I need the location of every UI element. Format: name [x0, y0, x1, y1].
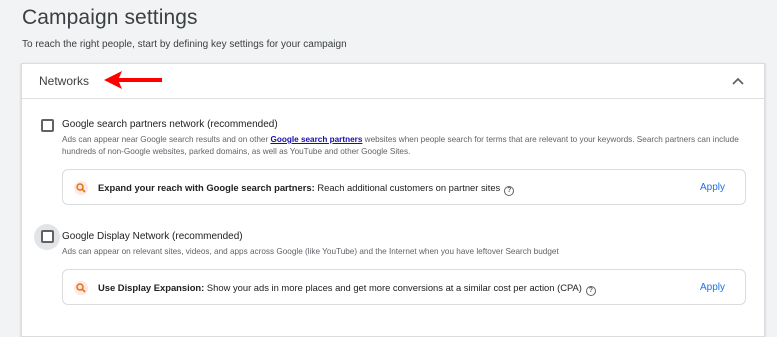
search-partners-label: Google search partners network (recommen…	[62, 119, 278, 130]
search-partners-link[interactable]: Google search partners	[270, 135, 362, 144]
display-network-description: Ads can appear on relevant sites, videos…	[62, 247, 559, 256]
networks-card: Networks Google search partners network …	[21, 63, 765, 337]
display-network-label: Google Display Network (recommended)	[62, 231, 243, 242]
display-network-checkbox[interactable]	[41, 230, 54, 243]
chevron-up-icon[interactable]	[730, 73, 746, 89]
search-partners-checkbox[interactable]	[41, 119, 54, 132]
apply-search-partners-button[interactable]: Apply	[700, 182, 725, 193]
suggestion-text: Expand your reach with Google search par…	[98, 182, 515, 196]
search-partners-suggestion: Expand your reach with Google search par…	[62, 169, 746, 205]
networks-header[interactable]: Networks	[22, 64, 764, 99]
display-expansion-suggestion: Use Display Expansion: Show your ads in …	[62, 269, 746, 305]
apply-display-expansion-button[interactable]: Apply	[700, 282, 725, 293]
search-icon	[74, 181, 88, 195]
section-title: Networks	[39, 74, 90, 88]
search-icon	[74, 281, 88, 295]
red-arrow-icon	[104, 71, 162, 89]
help-icon[interactable]: ?	[504, 186, 515, 196]
help-icon[interactable]: ?	[585, 286, 596, 296]
suggestion-text: Use Display Expansion: Show your ads in …	[98, 282, 596, 296]
page-title: Campaign settings	[22, 6, 198, 29]
page-subtitle: To reach the right people, start by defi…	[22, 39, 347, 50]
search-partners-description: Ads can appear near Google search result…	[62, 135, 739, 156]
